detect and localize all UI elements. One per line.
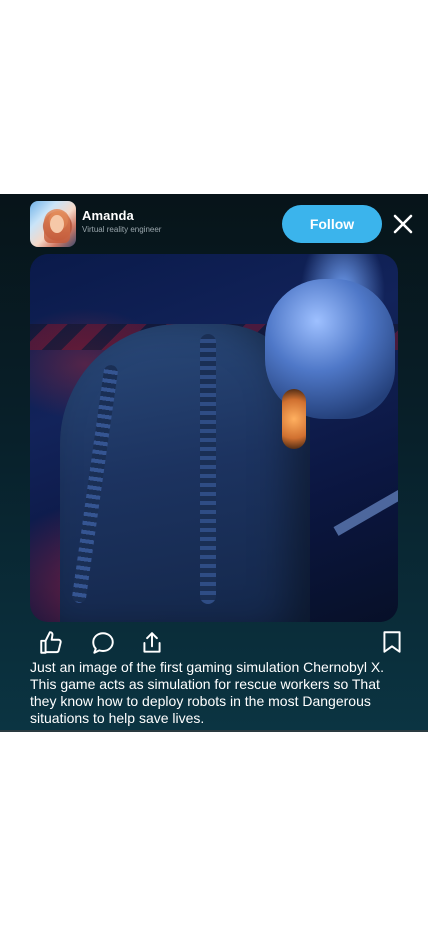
follow-button[interactable]: Follow [282, 205, 382, 243]
photo-visor [282, 389, 306, 449]
page: Amanda Virtual reality engineer Follow J… [0, 0, 428, 926]
post-header: Amanda Virtual reality engineer Follow [0, 194, 428, 254]
post-actions [0, 628, 428, 658]
close-icon[interactable] [392, 213, 414, 235]
user-name[interactable]: Amanda [82, 208, 134, 223]
avatar[interactable] [30, 201, 76, 247]
post-caption: Just an image of the first gaming simula… [30, 659, 385, 726]
post-card: Amanda Virtual reality engineer Follow J… [0, 194, 428, 732]
user-role: Virtual reality engineer [82, 225, 162, 234]
share-icon[interactable] [139, 630, 165, 656]
avatar-face [50, 215, 64, 233]
comment-icon[interactable] [90, 630, 116, 656]
photo-rail [333, 482, 398, 536]
thumbs-up-icon[interactable] [38, 630, 64, 656]
photo-hose [200, 334, 216, 604]
bookmark-icon[interactable] [379, 629, 405, 655]
post-photo[interactable] [30, 254, 398, 622]
